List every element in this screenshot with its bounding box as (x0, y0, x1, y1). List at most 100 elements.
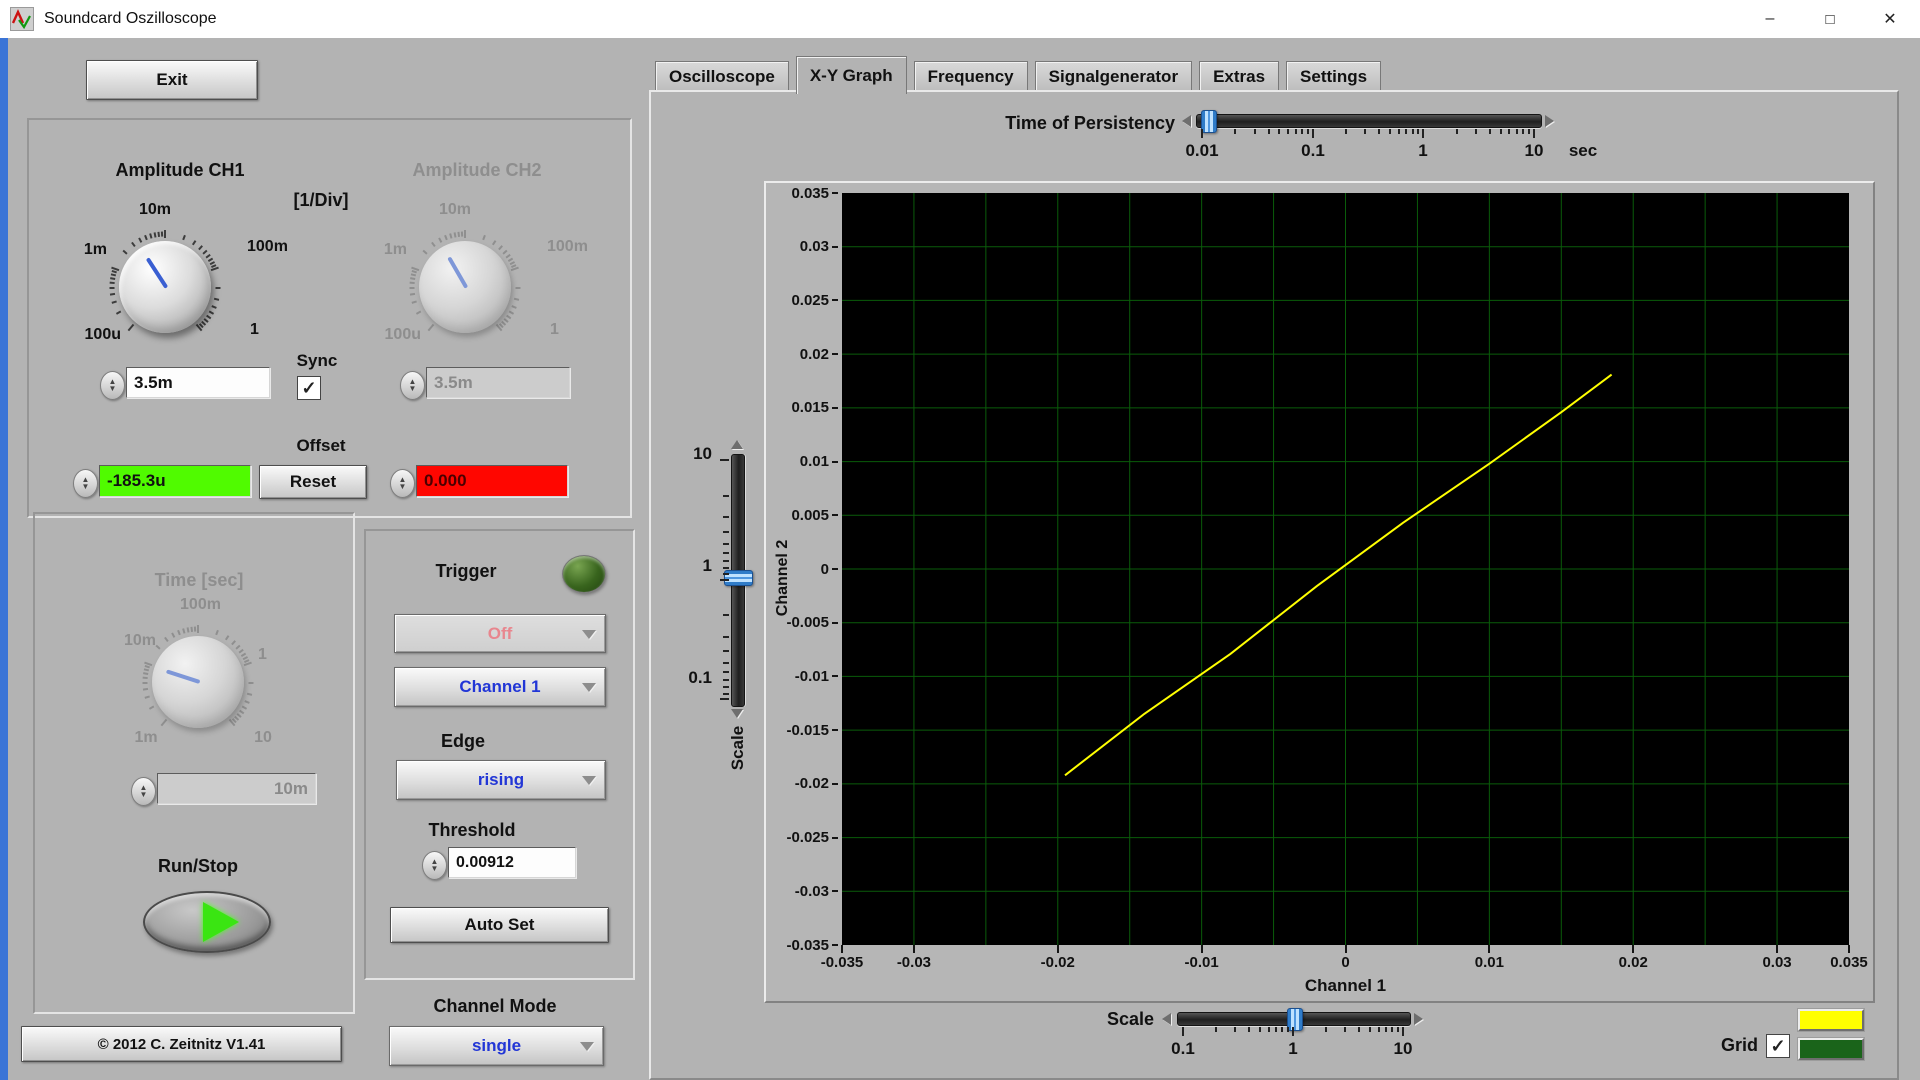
knob-tick (431, 241, 436, 248)
slider-tick (1201, 129, 1203, 138)
persistency-tick-label: 10 (1524, 141, 1544, 160)
knob-tick (410, 277, 416, 280)
y-axis-tick-label: 0.005 (791, 505, 838, 525)
minimize-button[interactable]: – (1740, 0, 1800, 38)
knob-tick (246, 692, 253, 696)
y-axis-tick-label: -0.005 (786, 613, 838, 633)
x-axis-tick (912, 945, 915, 953)
x-scale-slider-track[interactable] (1177, 1008, 1411, 1031)
tab-x-y-graph[interactable]: X-Y Graph (795, 56, 907, 94)
amplitude-ch2-knob[interactable] (419, 241, 511, 333)
sync-checkbox[interactable]: ✓ (297, 376, 321, 400)
threshold-value[interactable]: 0.00912 (448, 847, 576, 878)
spinner-down-icon[interactable]: ▼ (109, 384, 117, 393)
amplitude-ch2-knob-group: 10m 100m 1 1m 100u (384, 201, 588, 357)
xy-plot[interactable] (842, 193, 1849, 945)
slider-tick (723, 559, 729, 562)
y-scale-tick-label: 0.1 (688, 668, 712, 687)
knob-tick (502, 249, 508, 255)
channel-mode-value: single (471, 1036, 522, 1055)
persistency-slider-track[interactable] (1196, 110, 1542, 133)
y-scale-slider-ticks (714, 454, 729, 705)
tab-extras[interactable]: Extras (1199, 61, 1280, 92)
slider-tick (720, 578, 729, 581)
slider-up-arrow-icon[interactable] (731, 440, 743, 449)
offset-ch1-spinner[interactable]: ▲ ▼ (73, 469, 98, 498)
persistency-tick-label: 1 (1418, 141, 1428, 160)
tab-oscilloscope[interactable]: Oscilloscope (655, 61, 789, 92)
knob-tick-label: 1m (83, 241, 107, 258)
spinner-down-icon: ▼ (139, 789, 148, 799)
trigger-edge-dropdown[interactable]: rising (396, 760, 606, 800)
trigger-led (562, 555, 606, 593)
slider-tick (1508, 129, 1511, 134)
knob-tick (444, 234, 448, 241)
knob-tick-label: 100m (547, 238, 588, 255)
knob-tick (206, 314, 212, 320)
tab-frequency[interactable]: Frequency (913, 61, 1028, 92)
slider-tick (1234, 129, 1237, 134)
slider-left-arrow-icon[interactable] (1182, 115, 1191, 127)
run-stop-button[interactable] (143, 891, 271, 953)
exit-button[interactable]: Exit (86, 60, 258, 100)
y-axis-tick-label: -0.03 (795, 881, 838, 901)
slider-tick (723, 530, 729, 533)
knob-tick (193, 626, 197, 632)
knob-tick (110, 277, 116, 280)
time-value: 10m (157, 773, 316, 804)
slider-left-arrow-icon[interactable] (1162, 1013, 1171, 1025)
slider-tick (1258, 1027, 1261, 1032)
app-body: Exit Amplitude CH1 [1/Div] Amplitude CH2… (0, 38, 1920, 1080)
offset-ch1-value[interactable]: -185.3u (99, 465, 251, 497)
tab-signalgenerator[interactable]: Signalgenerator (1034, 61, 1193, 92)
knob-tick (110, 273, 117, 277)
knob-tick (235, 644, 241, 650)
spinner-down-icon[interactable]: ▼ (82, 482, 90, 491)
slider-tick (1391, 1027, 1394, 1032)
trigger-source-dropdown[interactable]: Channel 1 (394, 667, 606, 707)
grid-checkbox[interactable]: ✓ (1766, 1034, 1790, 1058)
time-knob (152, 636, 244, 728)
knob-tick (513, 297, 520, 301)
amplitude-ch1-value[interactable]: 3.5m (126, 367, 270, 398)
knob-tick-label: 10m (438, 201, 472, 218)
knob-tick (142, 681, 148, 685)
amplitude-ch1-knob[interactable] (119, 241, 211, 333)
y-axis-tick-label: -0.02 (795, 774, 838, 794)
slider-tick (723, 551, 729, 554)
y-axis-tick-label: 0.03 (800, 237, 838, 257)
slider-tick (723, 650, 729, 653)
knob-tick (157, 231, 161, 237)
x-axis-tick-label: 0.035 (1830, 954, 1868, 971)
persistency-tick-label: 0.1 (1301, 141, 1325, 160)
amplitude-ch1-spinner[interactable]: ▲ ▼ (100, 371, 125, 400)
x-axis-tick (1848, 945, 1850, 953)
slider-right-arrow-icon[interactable] (1414, 1013, 1423, 1025)
slider-down-arrow-icon[interactable] (731, 709, 743, 718)
spinner-down-icon[interactable]: ▼ (431, 864, 439, 873)
ch2-color-swatch[interactable] (1798, 1038, 1864, 1060)
slider-tick (1522, 129, 1525, 134)
slider-right-arrow-icon[interactable] (1545, 115, 1554, 127)
close-button[interactable]: ✕ (1860, 0, 1920, 38)
y-scale-slider-track[interactable] (724, 454, 753, 707)
knob-tick-label: 1m (383, 241, 407, 258)
app-icon (10, 7, 34, 31)
slider-tick (1411, 129, 1414, 134)
maximize-button[interactable]: □ (1800, 0, 1860, 38)
slider-tick (1488, 129, 1491, 134)
knob-tick-label: 10m (138, 201, 172, 218)
threshold-spinner[interactable]: ▲ ▼ (422, 851, 447, 880)
offset-reset-button[interactable]: Reset (259, 465, 367, 499)
check-icon: ✓ (1770, 1035, 1786, 1056)
auto-set-button[interactable]: Auto Set (390, 907, 609, 943)
tab-settings[interactable]: Settings (1286, 61, 1382, 92)
ch1-color-swatch[interactable] (1798, 1009, 1864, 1031)
knob-tick (138, 237, 143, 243)
knob-tick (149, 233, 153, 239)
knob-tick-label: 100m (247, 238, 288, 255)
amplitude-ch1-knob-group: 10m 100m 1 1m 100u (84, 201, 288, 357)
knob-tick (457, 231, 461, 237)
channel-mode-dropdown[interactable]: single (389, 1026, 604, 1066)
slider-tick (723, 662, 729, 665)
